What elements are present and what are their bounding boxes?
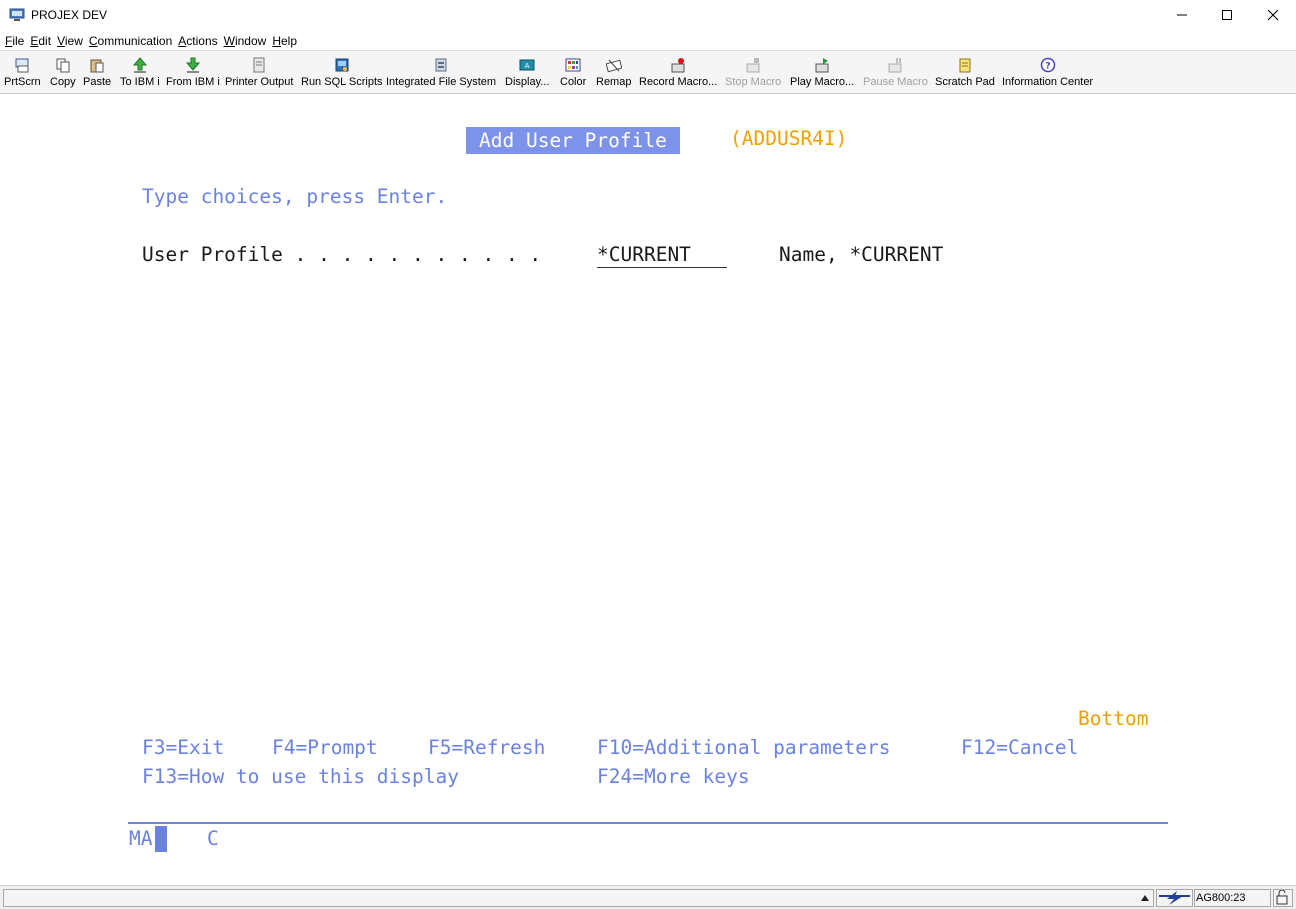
cursor-position-text: AG800:23 [1196, 892, 1246, 904]
svg-text:?: ? [1045, 62, 1050, 72]
fkey-additional-parameters[interactable]: F10=Additional parameters [597, 736, 891, 760]
menu-actions[interactable]: Actions [178, 32, 217, 50]
upload-arrow-icon [132, 57, 147, 73]
printer-output-button[interactable]: Printer Output [225, 57, 293, 89]
fkey-exit[interactable]: F3=Exit [142, 736, 224, 760]
command-name: (ADDUSR4I) [730, 127, 848, 150]
menu-file[interactable]: File [5, 32, 24, 50]
menu-edit[interactable]: Edit [30, 32, 51, 50]
connection-lightning-icon [1159, 891, 1190, 905]
fkey-cancel[interactable]: F12=Cancel [961, 736, 1078, 760]
keyboard-lock-icon [1276, 889, 1288, 905]
oia-mode-indicator: MA [129, 827, 153, 850]
minimize-button[interactable] [1159, 0, 1205, 30]
display-button[interactable]: A Display... [505, 57, 549, 89]
bottom-indicator: Bottom [1078, 707, 1149, 730]
stop-macro-icon [746, 58, 760, 73]
cursor-block [155, 826, 167, 852]
help-question-icon: ? [1040, 57, 1055, 73]
fkey-more-keys[interactable]: F24=More keys [597, 765, 750, 789]
terminal-screen[interactable]: Add User Profile (ADDUSR4I) Type choices… [0, 94, 1296, 885]
record-macro-icon [671, 58, 685, 73]
file-system-icon [435, 58, 447, 72]
color-button[interactable]: Color [560, 57, 586, 89]
toolbar: PrtScrn Copy Paste To IBM i From IBM i P… [0, 50, 1296, 94]
record-macro-button[interactable]: Record Macro... [639, 57, 717, 89]
to-ibm-button[interactable]: To IBM i [120, 57, 160, 89]
fkey-prompt[interactable]: F4=Prompt [272, 736, 378, 760]
information-center-button[interactable]: ? Information Center [1002, 57, 1093, 89]
status-bar: AG800:23 [0, 885, 1296, 909]
maximize-button[interactable] [1204, 0, 1250, 30]
copy-icon [56, 58, 70, 73]
sql-scripts-icon [335, 58, 349, 72]
svg-text:A: A [525, 62, 530, 70]
user-profile-hint: Name, *CURRENT [779, 243, 944, 266]
close-button[interactable] [1250, 0, 1296, 30]
color-palette-icon [565, 58, 581, 72]
menu-communication[interactable]: Communication [89, 32, 172, 50]
menu-help[interactable]: Help [272, 32, 297, 50]
close-icon [1267, 9, 1279, 21]
cursor-position-field: AG800:23 [1194, 889, 1271, 907]
menu-view[interactable]: View [57, 32, 83, 50]
connection-status-field [1156, 889, 1193, 907]
remap-button[interactable]: Remap [596, 57, 631, 89]
screen-title: Add User Profile [466, 127, 680, 154]
oia-connection-indicator: C [207, 827, 219, 850]
user-profile-label: User Profile . . . . . . . . . . . [142, 243, 542, 266]
remap-keyboard-icon [605, 59, 622, 73]
stop-macro-button[interactable]: Stop Macro [725, 57, 781, 89]
scratch-pad-icon [959, 58, 971, 73]
lock-status-field [1273, 889, 1293, 907]
scroll-up-arrow-icon[interactable] [1140, 894, 1150, 902]
run-sql-scripts-button[interactable]: Run SQL Scripts [301, 57, 383, 89]
oia-divider [128, 822, 1168, 824]
pause-macro-button[interactable]: Pause Macro [863, 57, 928, 89]
paste-icon [90, 59, 104, 73]
menu-bar: File Edit View Communication Actions Win… [0, 32, 1296, 50]
fkey-refresh[interactable]: F5=Refresh [428, 736, 545, 760]
menu-window[interactable]: Window [224, 32, 267, 50]
play-macro-button[interactable]: Play Macro... [790, 57, 854, 89]
printer-output-icon [253, 57, 265, 73]
maximize-icon [1222, 10, 1232, 20]
window-title: PROJEX DEV [31, 8, 108, 22]
terminal-app-icon [9, 8, 25, 21]
integrated-file-system-button[interactable]: Integrated File System [386, 57, 496, 89]
user-profile-input[interactable]: *CURRENT [597, 243, 727, 268]
title-bar: PROJEX DEV [0, 0, 1296, 32]
from-ibm-button[interactable]: From IBM i [166, 57, 220, 89]
download-arrow-icon [185, 57, 200, 73]
play-macro-icon [815, 58, 829, 73]
display-settings-icon: A [519, 59, 535, 71]
copy-button[interactable]: Copy [50, 57, 76, 89]
prtscrn-button[interactable]: PrtScrn [4, 57, 41, 89]
status-message-field [3, 889, 1154, 907]
print-screen-icon [15, 58, 29, 73]
fkey-help-display[interactable]: F13=How to use this display [142, 765, 459, 789]
pause-macro-icon [888, 58, 902, 73]
scratch-pad-button[interactable]: Scratch Pad [935, 57, 995, 89]
paste-button[interactable]: Paste [83, 57, 111, 89]
instructions-text: Type choices, press Enter. [142, 185, 448, 208]
minimize-icon [1177, 14, 1187, 16]
